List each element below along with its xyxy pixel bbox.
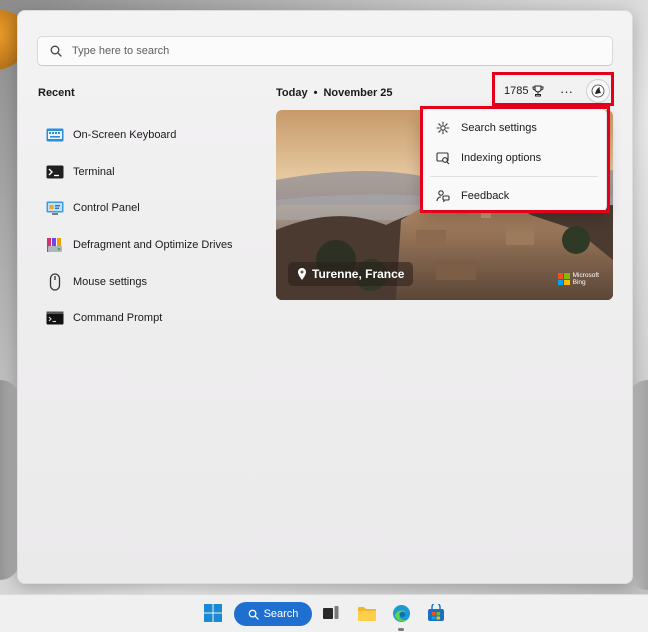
recent-item-label: Mouse settings bbox=[73, 275, 147, 288]
recent-item-mouse-settings[interactable]: Mouse settings bbox=[45, 263, 265, 300]
terminal-icon bbox=[45, 163, 65, 181]
taskbar: Search bbox=[0, 594, 648, 632]
brand-line: Bing bbox=[572, 279, 586, 286]
today-heading: Today • November 25 bbox=[276, 87, 393, 99]
taskbar-search-label: Search bbox=[263, 608, 299, 620]
command-prompt-icon bbox=[45, 309, 65, 327]
recent-item-label: On-Screen Keyboard bbox=[73, 129, 177, 142]
search-icon bbox=[248, 609, 259, 620]
search-icon bbox=[50, 45, 62, 57]
brand-line: Microsoft bbox=[572, 272, 599, 279]
recent-item-label: Defragment and Optimize Drives bbox=[73, 239, 233, 252]
recent-item-label: Control Panel bbox=[73, 202, 140, 215]
windows-logo-icon bbox=[204, 604, 222, 622]
recent-item-terminal[interactable]: Terminal bbox=[45, 154, 265, 191]
today-date: November 25 bbox=[323, 87, 393, 99]
store-button[interactable] bbox=[425, 602, 447, 624]
recent-item-control-panel[interactable]: Control Panel bbox=[45, 190, 265, 227]
highlight-box-menu bbox=[420, 106, 610, 213]
search-box[interactable] bbox=[37, 36, 613, 66]
task-view-button[interactable] bbox=[320, 602, 342, 624]
taskbar-search-button[interactable]: Search bbox=[234, 602, 312, 626]
microsoft-logo-icon bbox=[557, 273, 570, 285]
task-view-icon bbox=[323, 606, 339, 619]
recent-item-command-prompt[interactable]: Command Prompt bbox=[45, 300, 265, 337]
recent-item-defragment[interactable]: Defragment and Optimize Drives bbox=[45, 227, 265, 264]
recent-item-label: Terminal bbox=[73, 165, 115, 178]
brand-text: Microsoft Bing bbox=[573, 272, 599, 286]
mouse-icon bbox=[45, 273, 65, 291]
today-label: Today bbox=[276, 87, 308, 99]
folder-icon bbox=[358, 606, 376, 621]
location-label: Turenne, France bbox=[312, 267, 405, 281]
edge-browser-button[interactable] bbox=[390, 602, 412, 624]
defrag-icon bbox=[45, 236, 65, 254]
edge-icon bbox=[392, 604, 410, 622]
file-explorer-button[interactable] bbox=[356, 602, 378, 624]
today-separator: • bbox=[313, 87, 318, 99]
recent-item-label: Command Prompt bbox=[73, 312, 163, 325]
start-button[interactable] bbox=[202, 602, 224, 624]
search-input[interactable] bbox=[70, 44, 574, 58]
keyboard-icon bbox=[45, 126, 65, 144]
control-panel-icon bbox=[45, 199, 65, 217]
recent-list: On-Screen Keyboard Terminal Control Pane… bbox=[45, 117, 265, 337]
recent-item-on-screen-keyboard[interactable]: On-Screen Keyboard bbox=[45, 117, 265, 154]
microsoft-bing-logo: Microsoft Bing bbox=[557, 272, 599, 286]
store-icon bbox=[428, 604, 444, 621]
location-pin-icon bbox=[298, 268, 306, 280]
recent-heading: Recent bbox=[38, 87, 75, 99]
highlight-box-toolbar bbox=[492, 72, 614, 106]
location-chip[interactable]: Turenne, France bbox=[288, 262, 414, 286]
